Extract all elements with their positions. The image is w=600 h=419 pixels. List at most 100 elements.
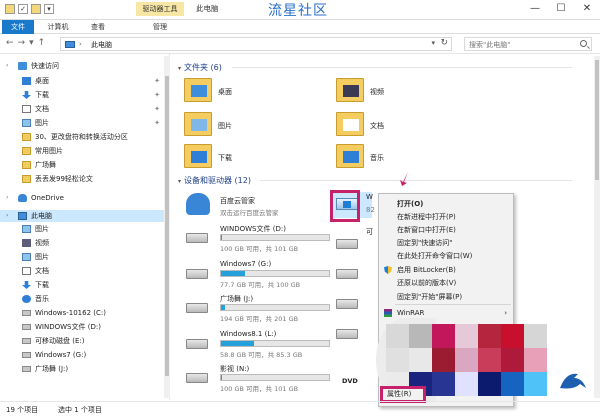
up-arrow-icon[interactable]: ↑ <box>38 38 46 48</box>
context-menu-item[interactable]: 在新窗口中打开(E) <box>379 224 513 236</box>
address-bar[interactable]: › 此电脑 ▾ ↻ <box>60 37 452 51</box>
sidebar-item[interactable]: 音乐 <box>0 293 166 305</box>
sidebar-item[interactable]: 丢丢发99轻松论文 <box>0 173 166 185</box>
tab-file[interactable]: 文件 <box>2 20 34 34</box>
content-scrollbar[interactable] <box>594 56 600 398</box>
context-menu-item[interactable]: 在新进程中打开(P) <box>379 211 513 223</box>
maximize-button[interactable]: ☐ <box>548 0 574 18</box>
music-icon <box>22 295 31 303</box>
folders-group-header[interactable]: ▾ 文件夹 (6) <box>178 62 222 73</box>
context-menu-item[interactable]: 还原以前的版本(V) <box>379 277 513 289</box>
content-scrollbar-thumb[interactable] <box>595 60 599 180</box>
baidu-cloud-item[interactable]: 百度云管家 双击运行百度云管家 <box>182 191 332 219</box>
window-title: 此电脑 <box>196 4 219 13</box>
minimize-button[interactable]: — <box>522 0 548 18</box>
sidebar-item[interactable]: 文档 ✦ <box>0 103 166 115</box>
sidebar-item[interactable]: WINDOWS文件 (D:) <box>0 321 166 333</box>
sidebar-item[interactable]: 文档 <box>0 265 166 277</box>
search-box[interactable] <box>464 37 592 51</box>
new-folder-icon[interactable] <box>31 4 41 14</box>
drive-icon <box>336 329 358 339</box>
sidebar-scrollbar[interactable] <box>164 56 170 398</box>
drive-item[interactable]: Windows7 (G:) 77.7 GB 可用，共 100 GB <box>182 260 332 289</box>
drive-item[interactable] <box>332 320 362 348</box>
sidebar-item[interactable]: Windows-10162 (C:) <box>0 307 166 319</box>
folder-icon[interactable] <box>5 4 15 14</box>
chevron-down-icon[interactable]: ▾ <box>431 39 435 47</box>
context-menu-item[interactable]: 固定到"开始"屏幕(P) <box>379 291 513 303</box>
folder-item[interactable]: 图片 <box>184 110 314 140</box>
sidebar-item[interactable]: 常用图片 <box>0 145 166 157</box>
chevron-down-icon[interactable]: ▾ <box>178 178 181 185</box>
mosaic-tile <box>478 324 501 348</box>
tab-manage[interactable]: 管理 <box>140 20 180 34</box>
drive-icon <box>22 366 31 372</box>
drive-tools-tab-header[interactable]: 驱动器工具 <box>136 2 184 16</box>
sidebar-item[interactable]: 可移动磁盘 (E:) <box>0 335 166 347</box>
context-menu-item[interactable]: 打开(O) <box>379 198 513 210</box>
context-menu-item[interactable]: 在此处打开命令窗口(W) <box>379 250 513 262</box>
expand-chevron-icon[interactable]: › <box>6 60 8 72</box>
close-button[interactable]: ✕ <box>574 0 600 18</box>
sidebar-item[interactable]: 下载 ✦ <box>0 89 166 101</box>
sidebar-item[interactable]: 桌面 ✦ <box>0 75 166 87</box>
expand-chevron-icon[interactable]: › <box>6 210 8 222</box>
pin-icon: ✦ <box>154 105 160 113</box>
context-menu-label: 在新进程中打开(P) <box>397 213 456 221</box>
sidebar-item[interactable]: 下载 <box>0 279 166 291</box>
drive-item[interactable] <box>332 290 362 318</box>
folder-item[interactable]: 桌面 <box>184 76 314 106</box>
mosaic-tile <box>501 348 524 372</box>
sidebar-item[interactable]: Windows7 (G:) <box>0 349 166 361</box>
sidebar-item[interactable]: › 此电脑 <box>0 210 166 222</box>
drive-item[interactable]: WINDOWS文件 (D:) 100 GB 可用，共 101 GB <box>182 224 332 253</box>
sidebar-scrollbar-thumb[interactable] <box>165 76 169 376</box>
sidebar-item[interactable]: › OneDrive <box>0 192 166 204</box>
search-icon[interactable] <box>580 40 587 47</box>
sidebar-item[interactable]: 广场舞 (J:) <box>0 363 166 375</box>
refresh-icon[interactable]: ↻ <box>440 38 448 48</box>
back-arrow-icon[interactable]: ← <box>6 38 14 48</box>
sidebar-item[interactable]: 图片 <box>0 251 166 263</box>
sidebar-item[interactable]: 视频 <box>0 237 166 249</box>
devices-group-header[interactable]: ▾ 设备和驱动器 (12) <box>178 175 251 186</box>
sidebar-item-label: 下载 <box>35 281 49 289</box>
video-icon <box>22 239 31 247</box>
context-menu-item[interactable]: 固定到"快速访问" <box>379 237 513 249</box>
folder-item[interactable]: 文档 <box>336 110 466 140</box>
context-menu-item[interactable]: 启用 BitLocker(B) <box>379 264 513 276</box>
context-menu-item[interactable]: WinRAR › <box>379 307 513 319</box>
drive-usage-bar <box>220 340 330 347</box>
removable-drive-name-partial: 可 <box>366 228 373 236</box>
pictures-folder-icon <box>184 112 212 136</box>
folder-item[interactable]: 下载 <box>184 142 314 172</box>
selected-drive-size-partial: 82 <box>366 206 375 214</box>
drive-item[interactable] <box>332 260 362 288</box>
folder-item[interactable]: 视频 <box>336 76 466 106</box>
sidebar-item[interactable]: 30、更改盘符和转换活动分区 <box>0 131 166 143</box>
dropdown-icon[interactable]: ▾ <box>44 4 54 14</box>
drive-item[interactable]: Windows8.1 (L:) 58.8 GB 可用，共 85.3 GB <box>182 330 332 359</box>
folder-label: 音乐 <box>370 154 384 162</box>
menu-separator <box>395 304 511 305</box>
chevron-down-icon[interactable]: ▾ <box>178 65 181 72</box>
tab-view[interactable]: 查看 <box>80 20 116 34</box>
recent-dropdown-icon[interactable]: ▾ <box>29 38 34 48</box>
breadcrumb[interactable]: 此电脑 <box>91 40 112 50</box>
sidebar-item[interactable]: 图片 ✦ <box>0 117 166 129</box>
expand-chevron-icon[interactable]: › <box>6 192 8 204</box>
drive-item[interactable]: 影视 (N:) 100 GB 可用，共 101 GB <box>182 364 332 393</box>
sidebar-item[interactable]: 图片 <box>0 223 166 235</box>
forward-arrow-icon[interactable]: → <box>18 38 26 48</box>
drive-item[interactable]: 广场舞 (J:) 194 GB 可用，共 201 GB <box>182 294 332 323</box>
folder-item[interactable]: 音乐 <box>336 142 466 172</box>
sidebar-item-label: Windows7 (G:) <box>35 351 87 359</box>
sidebar-item[interactable]: 广场舞 <box>0 159 166 171</box>
tab-computer[interactable]: 计算机 <box>38 20 78 34</box>
search-input[interactable] <box>469 39 577 50</box>
checkmark-icon[interactable]: ✓ <box>18 4 28 14</box>
drive-size: 100 GB 可用，共 101 GB <box>220 385 299 393</box>
sidebar-item[interactable]: › 快速访问 <box>0 60 166 72</box>
item-count: 19 个项目 <box>6 406 39 414</box>
drive-item[interactable] <box>332 230 362 258</box>
